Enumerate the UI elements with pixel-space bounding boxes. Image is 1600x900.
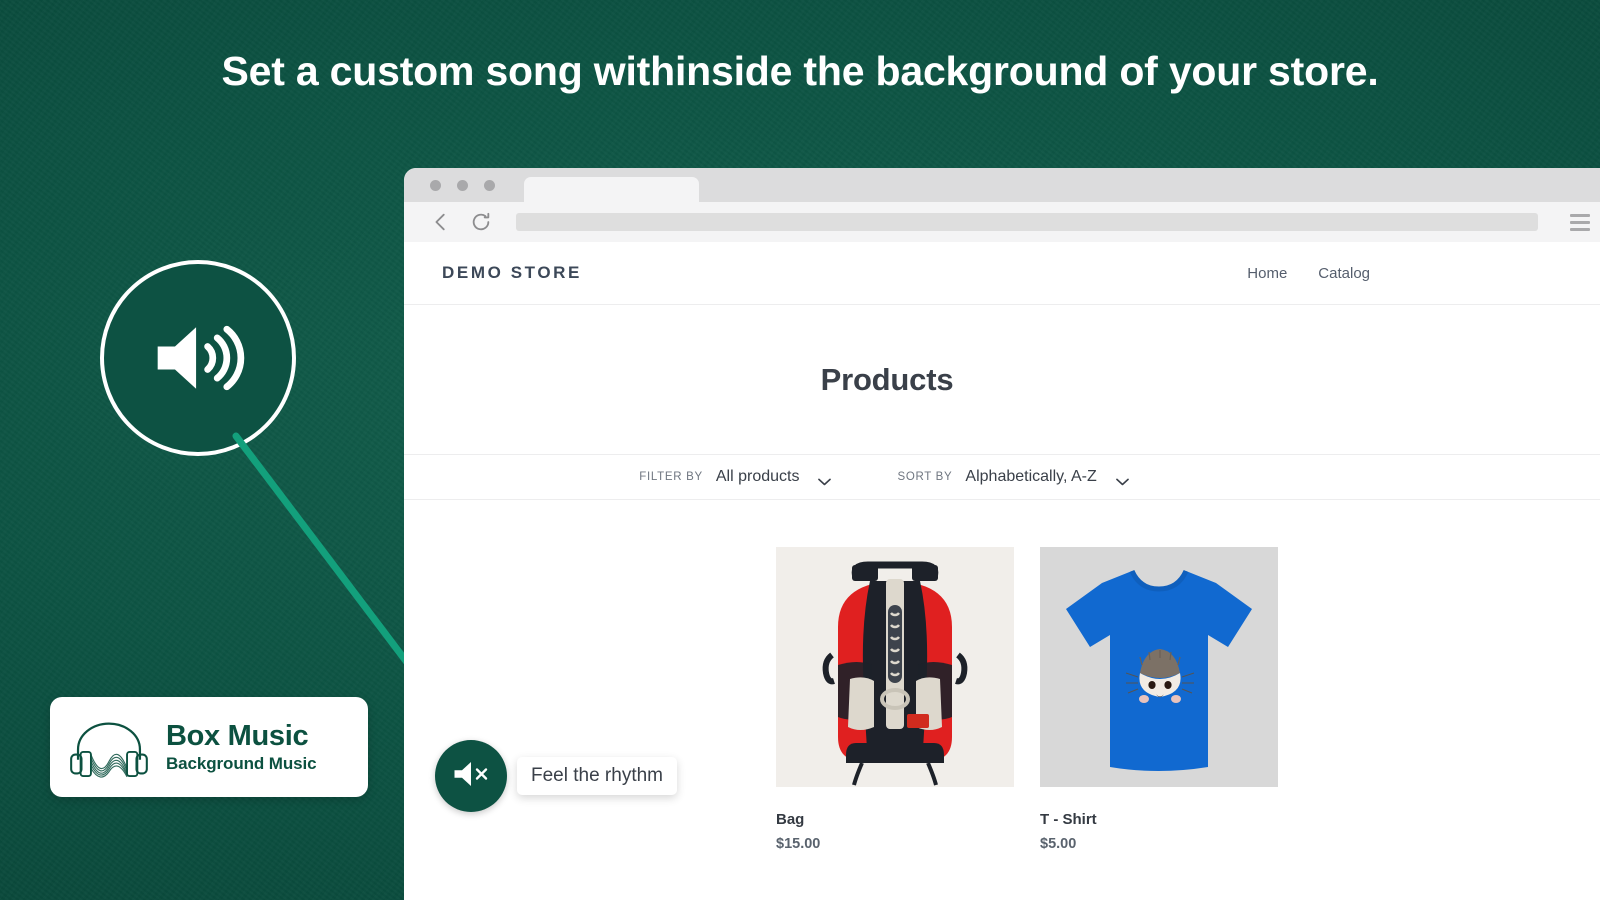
product-price: $5.00 xyxy=(1040,836,1077,852)
window-maximize-dot[interactable] xyxy=(484,180,495,191)
speaker-waves-badge xyxy=(100,260,296,456)
logo-subtitle: Background Music xyxy=(166,754,317,774)
chevron-down-icon xyxy=(818,473,832,485)
sort-group: SORT BY Alphabetically, A-Z xyxy=(897,468,1129,486)
product-image-bag[interactable] xyxy=(776,547,1014,787)
window-controls[interactable] xyxy=(430,180,495,191)
page-title: Products xyxy=(820,361,954,397)
store-header: DEMO STORE Home Catalog xyxy=(404,242,1600,305)
music-widget: Feel the rhythm xyxy=(435,740,677,812)
sort-label: SORT BY xyxy=(897,471,953,483)
speaker-waves-icon xyxy=(150,310,246,406)
product-price: $15.00 xyxy=(776,836,821,852)
window-close-dot[interactable] xyxy=(430,180,441,191)
product-card[interactable]: T - Shirt $5.00 xyxy=(1040,547,1278,852)
chevron-left-icon[interactable] xyxy=(430,211,452,233)
music-widget-label: Feel the rhythm xyxy=(531,765,663,786)
store-logo[interactable]: DEMO STORE xyxy=(442,263,582,283)
music-mute-toggle-button[interactable] xyxy=(435,740,507,812)
headline-text: Set a custom song withinside the backgro… xyxy=(221,48,1379,94)
product-name: T - Shirt xyxy=(1040,811,1097,828)
headphones-waveform-icon xyxy=(66,715,152,779)
filter-value: All products xyxy=(715,468,800,485)
browser-tab[interactable] xyxy=(524,177,699,202)
hamburger-menu-icon[interactable] xyxy=(1570,213,1590,231)
window-minimize-dot[interactable] xyxy=(457,180,468,191)
filter-select[interactable]: All products xyxy=(716,468,832,486)
browser-titlebar xyxy=(404,168,1600,202)
store-nav: Home Catalog xyxy=(1247,265,1560,282)
nav-link-catalog[interactable]: Catalog xyxy=(1318,265,1370,282)
box-music-logo-card: Box Music Background Music xyxy=(50,697,368,797)
product-image-tshirt[interactable] xyxy=(1040,547,1278,787)
music-widget-label-pill[interactable]: Feel the rhythm xyxy=(517,757,677,795)
logo-title: Box Music xyxy=(166,719,309,752)
address-bar[interactable] xyxy=(516,213,1538,231)
sort-select[interactable]: Alphabetically, A-Z xyxy=(965,468,1129,486)
filter-group: FILTER BY All products xyxy=(639,468,832,486)
speaker-muted-icon xyxy=(451,759,491,794)
filter-label: FILTER BY xyxy=(639,471,703,483)
product-name: Bag xyxy=(776,811,805,828)
chevron-down-icon xyxy=(1115,473,1129,485)
reload-icon[interactable] xyxy=(470,211,492,233)
filter-sort-bar: FILTER BY All products SORT BY Alphabeti… xyxy=(404,455,1600,500)
sort-value: Alphabetically, A-Z xyxy=(965,468,1097,485)
product-card[interactable]: Bag $15.00 xyxy=(776,547,1014,852)
nav-link-home[interactable]: Home xyxy=(1247,265,1287,282)
products-hero: Products xyxy=(404,305,1600,455)
browser-toolbar xyxy=(404,202,1600,242)
